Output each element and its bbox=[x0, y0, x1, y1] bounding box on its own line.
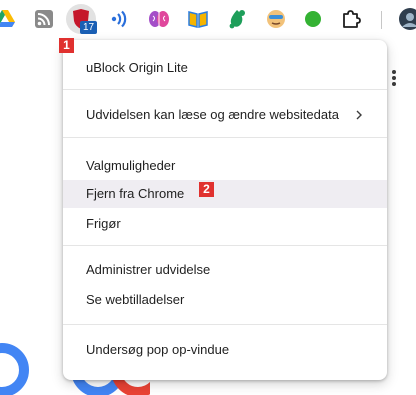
menu-separator bbox=[63, 137, 387, 138]
menu-item-remove-from-chrome[interactable]: Fjern fra Chrome bbox=[63, 180, 387, 208]
menu-header-extension-name[interactable]: uBlock Origin Lite bbox=[63, 54, 387, 82]
menu-separator bbox=[63, 89, 387, 90]
leaf-drop-icon[interactable] bbox=[226, 8, 248, 30]
menu-item-manage-extension[interactable]: Administrer udvidelse bbox=[63, 256, 387, 284]
rss-icon[interactable] bbox=[33, 8, 55, 30]
broadcast-waves-icon[interactable] bbox=[109, 8, 131, 30]
blocked-count-badge: 17 bbox=[80, 21, 97, 34]
toolbar-divider bbox=[381, 11, 382, 29]
annotation-badge-2: 2 bbox=[199, 182, 214, 197]
green-dot-icon[interactable] bbox=[302, 8, 324, 30]
page-more-menu-icon[interactable] bbox=[391, 70, 397, 88]
menu-item-inspect-popup[interactable]: Undersøg pop op-vindue bbox=[63, 336, 387, 364]
google-drive-icon[interactable] bbox=[0, 8, 16, 30]
open-book-icon[interactable] bbox=[187, 8, 209, 30]
menu-item-options[interactable]: Valgmuligheder bbox=[63, 152, 387, 180]
annotation-badge-1: 1 bbox=[59, 38, 74, 53]
menu-item-unpin[interactable]: Frigør bbox=[63, 210, 387, 238]
extensions-toolbar: 17 bbox=[0, 0, 416, 40]
face-glasses-icon[interactable] bbox=[265, 8, 287, 30]
puzzle-piece-icon[interactable] bbox=[340, 8, 362, 30]
profile-avatar-icon[interactable] bbox=[398, 7, 416, 31]
chevron-right-icon bbox=[355, 101, 363, 129]
menu-item-view-web-permissions[interactable]: Se webtilladelser bbox=[63, 286, 387, 314]
brain-icon[interactable] bbox=[148, 8, 170, 30]
extension-context-menu: uBlock Origin Lite Udvidelsen kan læse o… bbox=[63, 40, 387, 380]
menu-separator bbox=[63, 245, 387, 246]
site-access-label: Udvidelsen kan læse og ændre websitedata bbox=[86, 107, 339, 122]
menu-item-site-access[interactable]: Udvidelsen kan læse og ændre websitedata bbox=[63, 101, 387, 129]
menu-separator bbox=[63, 324, 387, 325]
